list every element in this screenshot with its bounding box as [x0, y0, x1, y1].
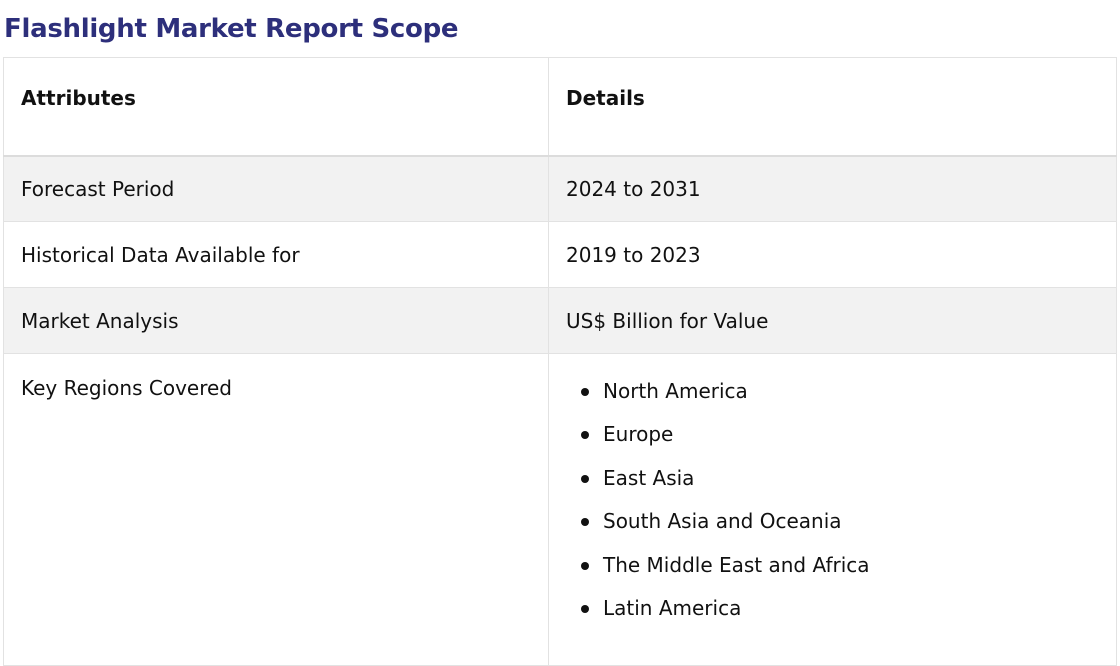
table-header-row: Attributes Details	[3, 57, 1117, 157]
row-details-key-regions: North America Europe East Asia South Asi…	[548, 353, 1117, 666]
list-item-region: North America	[581, 376, 1099, 419]
table-row-regions: Key Regions Covered North America Europe…	[3, 353, 1117, 666]
row-attribute-forecast-period: Forecast Period	[3, 155, 549, 222]
page-title: Flashlight Market Report Scope	[4, 14, 459, 44]
row-details-historical-data: 2019 to 2023	[548, 221, 1117, 288]
list-item-region: South Asia and Oceania	[581, 506, 1099, 549]
list-item-region: East Asia	[581, 463, 1099, 506]
header-details: Details	[548, 57, 1117, 157]
table-row: Historical Data Available for 2019 to 20…	[3, 221, 1117, 288]
row-attribute-historical-data: Historical Data Available for	[3, 221, 549, 288]
row-attribute-market-analysis: Market Analysis	[3, 287, 549, 354]
list-item-region: Latin America	[581, 593, 1099, 636]
list-item-region: Europe	[581, 419, 1099, 462]
row-attribute-key-regions: Key Regions Covered	[3, 353, 549, 666]
regions-list: North America Europe East Asia South Asi…	[566, 376, 1099, 636]
table-row: Market Analysis US$ Billion for Value	[3, 287, 1117, 354]
row-details-forecast-period: 2024 to 2031	[548, 155, 1117, 222]
table-row: Forecast Period 2024 to 2031	[3, 155, 1117, 222]
list-item-region: The Middle East and Africa	[581, 550, 1099, 593]
header-attributes: Attributes	[3, 57, 549, 157]
report-scope-table: Attributes Details Forecast Period 2024 …	[3, 57, 1117, 666]
row-details-market-analysis: US$ Billion for Value	[548, 287, 1117, 354]
